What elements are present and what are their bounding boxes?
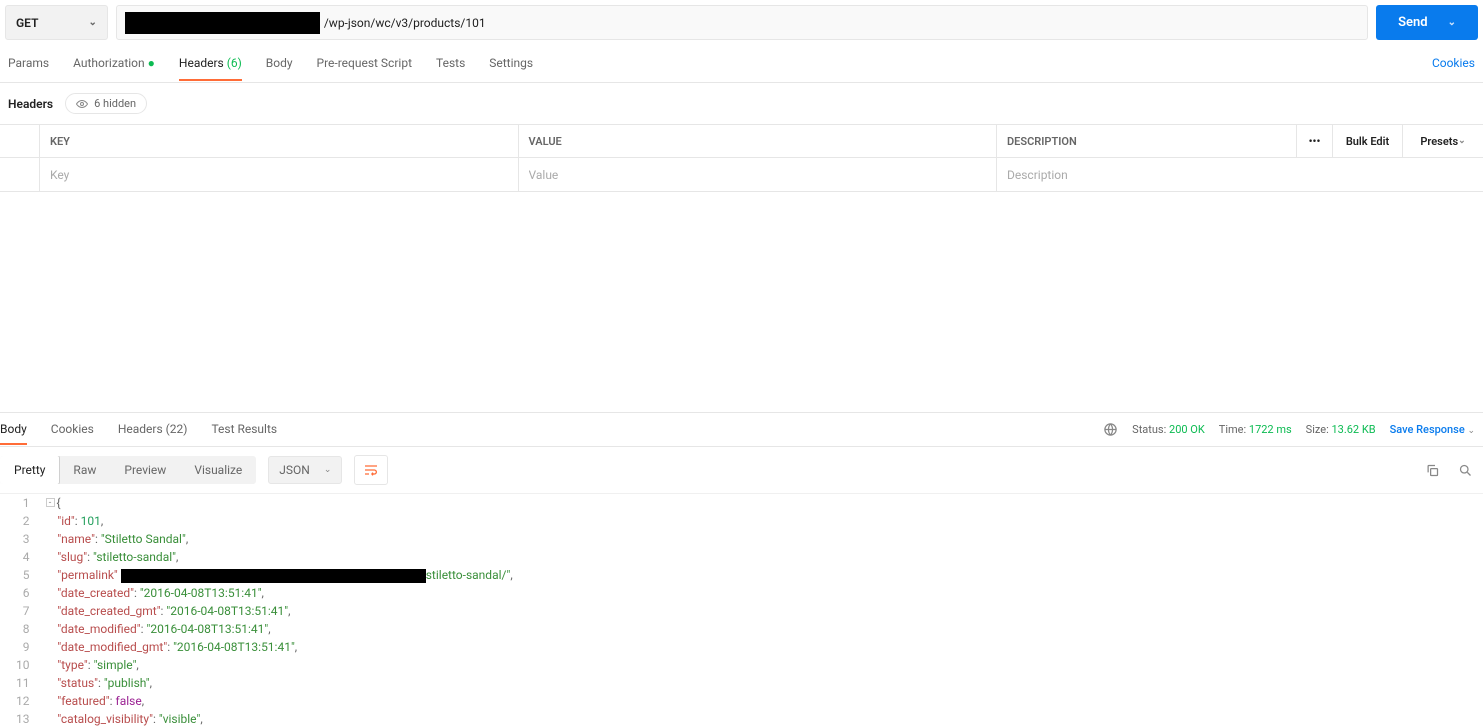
chevron-down-icon: ⌄ xyxy=(324,465,332,475)
resp-headers-label: Headers xyxy=(118,422,163,436)
search-icon[interactable] xyxy=(1458,463,1473,478)
headers-label: Headers xyxy=(8,97,53,111)
time-value: 1722 ms xyxy=(1249,423,1292,436)
table-header: KEY VALUE DESCRIPTION ••• Bulk Edit Pres… xyxy=(0,125,1483,158)
method-label: GET xyxy=(16,16,38,30)
method-selector[interactable]: GET ⌄ xyxy=(5,5,108,40)
format-label: JSON xyxy=(279,463,310,477)
resp-tab-tests[interactable]: Test Results xyxy=(211,422,277,444)
response-meta: Status: 200 OK Time: 1722 ms Size: 13.62… xyxy=(1103,422,1483,443)
headers-subheader: Headers 6 hidden xyxy=(0,83,1483,124)
tab-body[interactable]: Body xyxy=(266,56,293,80)
col-value: VALUE xyxy=(519,125,998,157)
table-row xyxy=(0,158,1483,191)
presets-button[interactable]: Presets ⌄ xyxy=(1403,125,1483,157)
tab-settings[interactable]: Settings xyxy=(489,56,533,80)
resp-tab-headers[interactable]: Headers (22) xyxy=(118,422,188,444)
resp-tab-cookies[interactable]: Cookies xyxy=(51,422,94,444)
presets-label: Presets xyxy=(1420,135,1458,148)
chevron-down-icon: ⌄ xyxy=(1467,426,1475,436)
tab-headers-label: Headers xyxy=(179,56,224,70)
headers-count: (6) xyxy=(227,56,242,70)
value-input[interactable] xyxy=(529,168,987,182)
redacted-url xyxy=(121,569,426,583)
response-panel: Body Cookies Headers (22) Test Results S… xyxy=(0,412,1483,726)
toolbar-right-icons xyxy=(1425,463,1483,478)
redacted-host xyxy=(125,12,320,34)
code-content: -{ "id": 101, "name": "Stiletto Sandal",… xyxy=(42,494,1483,726)
send-label: Send xyxy=(1398,15,1428,30)
line-gutter: 12345678910111213 xyxy=(0,494,42,726)
hidden-count: 6 hidden xyxy=(94,97,136,110)
url-field[interactable] xyxy=(116,5,1368,40)
view-raw[interactable]: Raw xyxy=(59,456,110,484)
save-response-button[interactable]: Save Response ⌄ xyxy=(1390,423,1483,436)
response-body[interactable]: 12345678910111213 -{ "id": 101, "name": … xyxy=(0,494,1483,726)
response-toolbar: Pretty Raw Preview Visualize JSON ⌄ xyxy=(0,447,1483,494)
cookies-link[interactable]: Cookies xyxy=(1432,56,1475,80)
send-button[interactable]: Send ⌄ xyxy=(1376,5,1478,40)
response-tabs: Body Cookies Headers (22) Test Results S… xyxy=(0,413,1483,447)
tab-tests[interactable]: Tests xyxy=(436,56,465,80)
tab-params[interactable]: Params xyxy=(8,56,49,80)
view-preview[interactable]: Preview xyxy=(110,456,180,484)
chevron-down-icon: ⌄ xyxy=(1458,136,1466,146)
auth-active-dot: ● xyxy=(148,56,155,70)
format-selector[interactable]: JSON ⌄ xyxy=(268,456,342,484)
globe-icon xyxy=(1103,422,1118,437)
tab-headers[interactable]: Headers (6) xyxy=(179,56,242,80)
key-input[interactable] xyxy=(50,168,508,182)
headers-table: KEY VALUE DESCRIPTION ••• Bulk Edit Pres… xyxy=(0,124,1483,192)
chevron-down-icon: ⌄ xyxy=(88,17,96,28)
hidden-headers-toggle[interactable]: 6 hidden xyxy=(65,93,147,114)
tab-auth-label: Authorization xyxy=(73,56,145,70)
url-input[interactable] xyxy=(320,12,1367,34)
col-key: KEY xyxy=(40,125,519,157)
description-input[interactable] xyxy=(1007,168,1473,182)
copy-icon[interactable] xyxy=(1425,463,1440,478)
status-label: Status: xyxy=(1132,423,1166,436)
bulk-edit-button[interactable]: Bulk Edit xyxy=(1333,125,1403,157)
size-value: 13.62 KB xyxy=(1331,423,1375,436)
resp-tab-body[interactable]: Body xyxy=(0,422,27,444)
request-bar: GET ⌄ Send ⌄ xyxy=(0,0,1483,45)
resp-headers-count: (22) xyxy=(166,422,188,436)
wrap-lines-button[interactable] xyxy=(354,455,388,485)
size-label: Size: xyxy=(1306,423,1329,436)
time-label: Time: xyxy=(1219,423,1246,436)
view-visualize[interactable]: Visualize xyxy=(180,456,256,484)
col-description: DESCRIPTION xyxy=(997,125,1297,157)
request-tabs: Params Authorization ● Headers (6) Body … xyxy=(0,45,1483,83)
view-pretty[interactable]: Pretty xyxy=(0,456,60,484)
view-mode-group: Pretty Raw Preview Visualize xyxy=(0,456,256,484)
save-label: Save Response xyxy=(1390,423,1465,436)
status-value: 200 OK xyxy=(1169,423,1205,436)
wrap-icon xyxy=(363,462,379,478)
chevron-down-icon: ⌄ xyxy=(1448,17,1456,28)
eye-icon xyxy=(76,98,88,110)
tab-prerequest[interactable]: Pre-request Script xyxy=(317,56,412,80)
more-options-button[interactable]: ••• xyxy=(1297,125,1333,157)
tab-authorization[interactable]: Authorization ● xyxy=(73,56,155,80)
